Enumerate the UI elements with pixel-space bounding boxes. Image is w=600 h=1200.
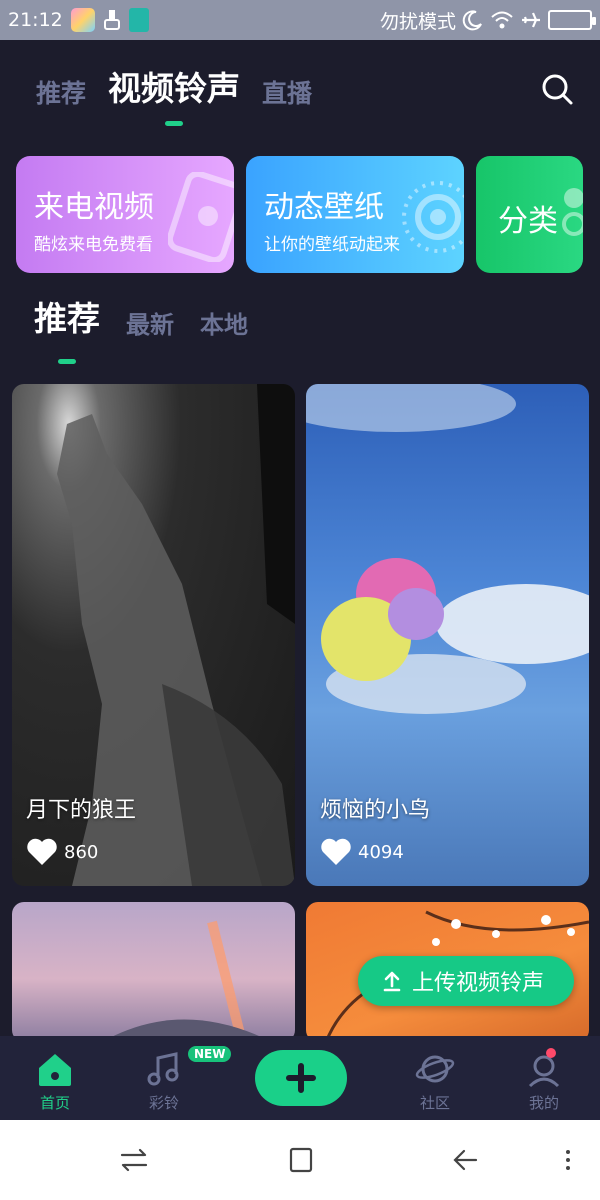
nav-community[interactable]: 社区 xyxy=(395,1050,475,1113)
heart-icon xyxy=(27,838,57,865)
nav-community-label: 社区 xyxy=(419,1094,450,1112)
nav-ringtone-label: 彩铃 xyxy=(148,1094,179,1112)
subtab-local[interactable]: 本地 xyxy=(200,305,248,340)
like-count[interactable]: 4094 xyxy=(320,838,404,866)
active-tab-indicator xyxy=(165,121,184,126)
video-card-bird[interactable]: 烦恼的小鸟 4094 xyxy=(306,384,589,886)
tab-live[interactable]: 直播 xyxy=(262,74,312,110)
back-arrow-icon[interactable] xyxy=(450,1144,482,1176)
video-title: 烦恼的小鸟 xyxy=(320,798,431,823)
heart-icon xyxy=(321,838,351,865)
airplane-icon xyxy=(522,12,540,28)
top-tabs: 推荐 视频铃声 直播 xyxy=(36,62,312,126)
nav-home-label: 首页 xyxy=(39,1094,70,1112)
dnd-text: 勿扰模式 xyxy=(379,10,456,33)
battery-icon xyxy=(548,10,596,30)
video-card-rainbow[interactable] xyxy=(12,902,295,1042)
tab-recommend-label: 推荐 xyxy=(36,79,87,108)
status-bar: 21:12 勿扰模式 xyxy=(0,0,600,40)
new-badge: NEW xyxy=(188,1046,232,1062)
upload-video-ringtone-button[interactable]: 上传视频铃声 xyxy=(358,956,574,1006)
tab-video-ringtone-label: 视频铃声 xyxy=(108,69,241,108)
music-note-icon xyxy=(147,1052,179,1086)
moon-icon xyxy=(462,10,482,31)
usb-icon xyxy=(128,8,149,32)
app-notification-icon xyxy=(70,8,95,32)
subtab-recommend[interactable]: 推荐 xyxy=(34,292,100,364)
more-dots-icon[interactable] xyxy=(552,1144,584,1176)
feature-cards: 来电视频 酷炫来电免费看 动态壁纸 让你的壁纸动起来 分类 xyxy=(16,156,583,273)
like-count[interactable]: 860 xyxy=(26,838,98,866)
home-icon xyxy=(39,1054,71,1086)
phone-screen-icon xyxy=(168,172,234,262)
video-title: 月下的狼王 xyxy=(26,798,137,823)
clock: 21:12 xyxy=(8,9,63,31)
system-nav-bar xyxy=(0,1120,600,1200)
user-icon xyxy=(528,1055,560,1088)
live-wallpaper-card[interactable]: 动态壁纸 让你的壁纸动起来 xyxy=(246,156,464,273)
subtab-latest-label: 最新 xyxy=(126,311,174,339)
subtab-recommend-label: 推荐 xyxy=(34,299,100,338)
subtab-latest[interactable]: 最新 xyxy=(126,305,174,340)
video-card-wolf[interactable]: 月下的狼王 860 xyxy=(12,384,295,886)
like-count-value: 860 xyxy=(64,841,99,863)
recent-apps-icon[interactable] xyxy=(118,1144,150,1176)
like-count-value: 4094 xyxy=(358,841,404,863)
nav-home[interactable]: 首页 xyxy=(15,1050,95,1113)
nav-me-label: 我的 xyxy=(528,1094,559,1112)
landscape-image xyxy=(102,920,272,1042)
plus-icon xyxy=(286,1063,316,1093)
incoming-call-video-card[interactable]: 来电视频 酷炫来电免费看 xyxy=(16,156,234,273)
tab-live-label: 直播 xyxy=(262,79,313,108)
add-button[interactable] xyxy=(255,1050,347,1106)
search-icon[interactable] xyxy=(540,72,574,106)
tab-recommend[interactable]: 推荐 xyxy=(36,74,86,110)
upload-icon xyxy=(383,971,401,992)
bottom-nav: 首页 彩铃 NEW 社区 我的 xyxy=(0,1036,600,1120)
category-card[interactable]: 分类 xyxy=(476,156,583,273)
sub-tabs: 推荐 最新 本地 xyxy=(34,292,248,364)
subtab-local-label: 本地 xyxy=(200,311,248,339)
tab-video-ringtone[interactable]: 视频铃声 xyxy=(108,62,241,126)
home-square-icon[interactable] xyxy=(285,1144,317,1176)
upload-label: 上传视频铃声 xyxy=(412,971,545,996)
active-subtab-indicator xyxy=(58,359,76,364)
wifi-icon xyxy=(491,11,513,29)
brush-icon xyxy=(103,10,120,30)
category-icon xyxy=(562,188,583,236)
nav-me[interactable]: 我的 xyxy=(504,1050,584,1113)
target-icon xyxy=(402,181,464,253)
planet-icon xyxy=(415,1055,455,1083)
notification-dot xyxy=(546,1048,556,1058)
